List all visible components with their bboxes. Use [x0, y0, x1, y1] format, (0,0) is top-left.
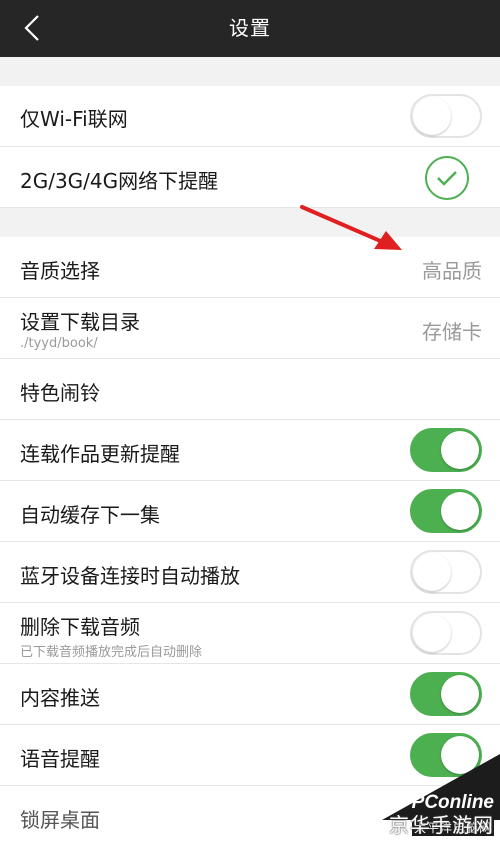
content-push-toggle[interactable] [410, 672, 482, 716]
download-dir-value: 存储卡 [422, 320, 482, 344]
mobile-network-alert-checkbox[interactable] [425, 156, 469, 200]
setting-row-auto-cache-next[interactable]: 自动缓存下一集 [0, 481, 500, 542]
setting-label: 内容推送 [20, 686, 100, 710]
toggle-knob [441, 492, 479, 530]
audio-quality-value: 高品质 [422, 259, 482, 283]
checkmark-icon [437, 171, 457, 186]
setting-row-audio-quality[interactable]: 音质选择 高品质 [0, 237, 500, 298]
serial-update-alert-toggle[interactable] [410, 428, 482, 472]
setting-row-content-push[interactable]: 内容推送 [0, 664, 500, 725]
setting-label: 删除下载音频 [20, 615, 140, 639]
setting-row-wifi-only[interactable]: 仅Wi-Fi联网 [0, 86, 500, 147]
setting-row-mobile-network-alert[interactable]: 2G/3G/4G网络下提醒 [0, 147, 500, 208]
setting-description: 已下载音频播放完成后自动删除 [20, 645, 203, 660]
site-watermark: 京华手游网 [389, 813, 494, 837]
setting-label: 音质选择 [20, 259, 100, 283]
toggle-knob [413, 97, 451, 135]
section-gap [0, 208, 500, 237]
wifi-only-toggle[interactable] [410, 94, 482, 138]
setting-label: 语音提醒 [20, 747, 100, 771]
toggle-knob [413, 614, 451, 652]
auto-cache-next-toggle[interactable] [410, 489, 482, 533]
setting-label: 2G/3G/4G网络下提醒 [20, 169, 219, 193]
setting-label: 自动缓存下一集 [20, 503, 160, 527]
setting-label: 仅Wi-Fi联网 [20, 107, 128, 131]
setting-row-download-dir[interactable]: 设置下载目录 ./tyyd/book/ 存储卡 [0, 298, 500, 359]
setting-row-bluetooth-autoplay[interactable]: 蓝牙设备连接时自动播放 [0, 542, 500, 603]
setting-label: 设置下载目录 [20, 310, 140, 334]
download-dir-path: ./tyyd/book/ [20, 336, 98, 351]
setting-row-serial-update-alert[interactable]: 连载作品更新提醒 [0, 420, 500, 481]
page-title: 设置 [229, 16, 271, 40]
toggle-knob [413, 553, 451, 591]
toggle-knob [441, 431, 479, 469]
setting-row-delete-downloaded[interactable]: 删除下载音频 已下载音频播放完成后自动删除 [0, 603, 500, 664]
setting-label: 特色闹铃 [20, 381, 100, 405]
setting-row-ringtone[interactable]: 特色闹铃 [0, 359, 500, 420]
delete-downloaded-toggle[interactable] [410, 611, 482, 655]
setting-label: 锁屏桌面 [20, 808, 100, 832]
top-bar: 设置 [0, 0, 500, 57]
bluetooth-autoplay-toggle[interactable] [410, 550, 482, 594]
setting-label: 连载作品更新提醒 [20, 442, 180, 466]
toggle-knob [441, 675, 479, 713]
section-gap [0, 57, 500, 86]
setting-label: 蓝牙设备连接时自动播放 [20, 564, 240, 588]
